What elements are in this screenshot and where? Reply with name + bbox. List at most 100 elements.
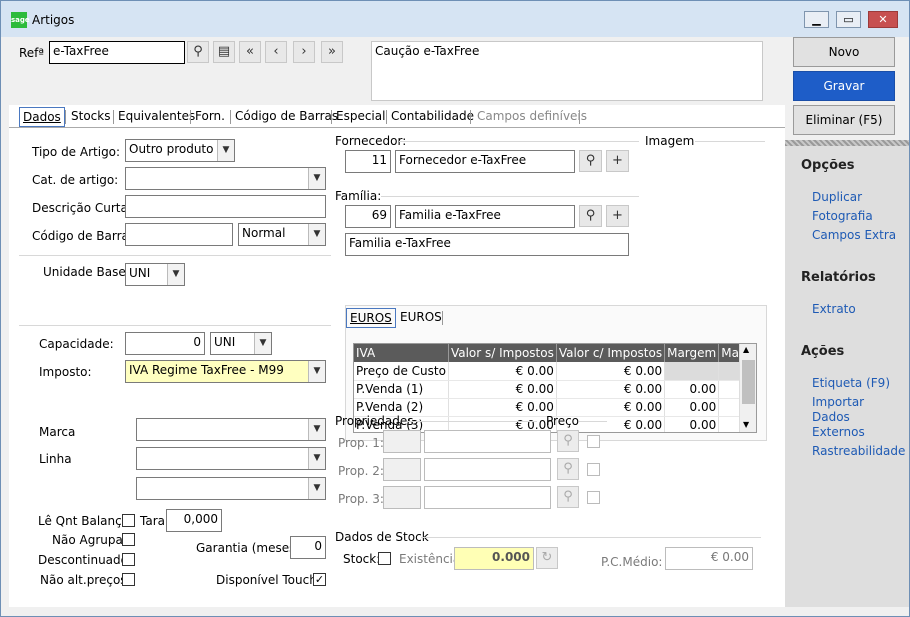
fornecedor-name-input[interactable]: Fornecedor e-TaxFree	[395, 150, 575, 173]
fotografia-link[interactable]: Fotografia	[812, 209, 873, 224]
table-row[interactable]: P.Venda (1) € 0.00 € 0.00 0.00 0.00	[354, 380, 756, 399]
table-cell[interactable]: € 0.00	[556, 362, 666, 381]
table-cell[interactable]: 0.00	[664, 380, 720, 399]
tab-stocks[interactable]: Stocks	[71, 107, 110, 127]
tab-codigo-barras[interactable]: Código de Barras	[235, 107, 338, 127]
unidade-base-select[interactable]: UNI ▼	[125, 263, 185, 286]
table-cell[interactable]: € 0.00	[448, 362, 557, 381]
eliminar-button[interactable]: Eliminar (F5)	[793, 105, 895, 135]
familia-search-button[interactable]: ⚲	[579, 205, 602, 227]
tipo-artigo-select[interactable]: Outro produto o ▼	[125, 139, 235, 162]
search-icon: ⚲	[563, 489, 573, 504]
familia-description-input[interactable]: Familia e-TaxFree	[345, 233, 629, 256]
nao-alt-precos-label: Não alt.preços:	[40, 573, 131, 587]
descricao-curta-input[interactable]	[125, 195, 326, 218]
prop3-value-input	[424, 486, 551, 509]
extrato-link[interactable]: Extrato	[812, 302, 856, 317]
tara-input[interactable]: 0,000	[166, 509, 222, 532]
disponivel-touch-checkbox[interactable]: ✓	[313, 573, 326, 586]
tab-campos-definiveis[interactable]: Campos definíveis	[477, 107, 587, 127]
first-record-button[interactable]: «	[239, 41, 261, 63]
descontinuado-checkbox[interactable]	[122, 553, 135, 566]
capacidade-unit-select[interactable]: UNI ▼	[210, 332, 272, 355]
codigo-barras-type-select[interactable]: Normal ▼	[238, 223, 326, 246]
familia-add-button[interactable]: +	[606, 205, 629, 227]
rastreabilidade-link[interactable]: Rastreabilidade	[812, 444, 905, 459]
title-bar: sage Artigos ▁ ▭ ✕	[1, 1, 909, 37]
last-record-button[interactable]: »	[321, 41, 343, 63]
table-cell[interactable]: 0.00	[664, 416, 720, 432]
table-cell[interactable]: € 0.00	[448, 380, 557, 399]
search-button[interactable]: ⚲	[187, 41, 209, 63]
le-qnt-balanca-checkbox[interactable]	[122, 514, 135, 527]
linha-select[interactable]: ▼	[136, 447, 326, 470]
chevron-down-icon: ▼	[308, 478, 325, 499]
disponivel-touch-label: Disponível Touch:	[216, 573, 321, 587]
tab-euros-2[interactable]: EUROS	[400, 308, 442, 328]
tipo-artigo-label: Tipo de Artigo:	[32, 145, 121, 159]
dados-stock-header: Dados de Stock	[335, 530, 429, 544]
table-row[interactable]: Preço de Custo € 0.00 € 0.00	[354, 362, 756, 381]
stock-checkbox[interactable]	[378, 552, 391, 565]
tab-especial[interactable]: Especial	[336, 107, 385, 127]
prop3-code-input	[383, 486, 421, 509]
actions-sidebar: Opções Duplicar Fotografia Campos Extra …	[785, 146, 909, 607]
marca-label: Marca	[39, 425, 76, 439]
chevron-up-icon: ▲	[743, 345, 750, 354]
table-cell[interactable]: 0.00	[664, 398, 720, 417]
table-cell[interactable]: € 0.00	[448, 398, 557, 417]
familia-code-input[interactable]: 69	[345, 205, 391, 228]
table-cell[interactable]: € 0.00	[556, 380, 666, 399]
prop2-label: Prop. 2:	[338, 464, 384, 478]
minimize-button[interactable]: ▁	[804, 11, 829, 28]
description-textarea[interactable]: Caução e-TaxFree	[371, 41, 763, 101]
tab-equivalentes[interactable]: Equivalentes	[118, 107, 195, 127]
fornecedor-code-input[interactable]: 11	[345, 150, 391, 173]
main-content: Refª : e-TaxFree ⚲ ▤ « ‹ › » Caução e-Ta…	[9, 37, 785, 607]
nao-alt-precos-checkbox[interactable]	[122, 573, 135, 586]
gravar-button[interactable]: Gravar	[793, 71, 895, 101]
etiqueta-link[interactable]: Etiqueta (F9)	[812, 376, 890, 391]
importar-dados-link[interactable]: Importar Dados Externos	[812, 395, 882, 440]
ref-input[interactable]: e-TaxFree	[49, 41, 185, 64]
marca-select[interactable]: ▼	[136, 418, 326, 441]
fornecedor-add-button[interactable]: +	[606, 150, 629, 172]
tab-euros-1[interactable]: EUROS	[346, 308, 396, 328]
familia-name-input[interactable]: Familia e-TaxFree	[395, 205, 575, 228]
duplicar-link[interactable]: Duplicar	[812, 190, 862, 205]
sub-linha-select[interactable]: ▼	[136, 477, 326, 500]
chevron-down-icon: ▼	[308, 448, 325, 469]
codigo-barras-input[interactable]	[125, 223, 233, 246]
cat-artigo-select[interactable]: ▼	[125, 167, 326, 190]
tab-forn[interactable]: Forn.	[195, 107, 225, 127]
document-button[interactable]: ▤	[213, 41, 235, 63]
chevron-left-icon: ‹	[273, 44, 279, 59]
descricao-curta-label: Descrição Curta:	[32, 201, 132, 215]
tab-separator	[113, 110, 114, 124]
price-table-scrollbar[interactable]: ▲ ▼	[739, 344, 756, 432]
refresh-stock-button[interactable]: ↻	[536, 547, 558, 569]
tara-label: Tara	[140, 514, 165, 528]
novo-button[interactable]: Novo	[793, 37, 895, 67]
table-cell: Preço de Custo	[354, 362, 449, 381]
scrollbar-thumb[interactable]	[742, 360, 755, 404]
stock-label: Stock:	[343, 552, 381, 566]
campos-extra-link[interactable]: Campos Extra	[812, 228, 896, 243]
chevron-down-icon: ▼	[308, 361, 325, 382]
garantia-input[interactable]: 0	[290, 536, 326, 559]
close-button[interactable]: ✕	[868, 11, 898, 28]
tab-contabilidade[interactable]: Contabilidade	[391, 107, 474, 127]
imposto-select[interactable]: IVA Regime TaxFree - M99 ▼	[125, 360, 326, 383]
capacidade-input[interactable]: 0	[125, 332, 205, 355]
nao-agrupar-checkbox[interactable]	[122, 533, 135, 546]
imagem-label: Imagem	[645, 134, 695, 148]
chevron-down-icon: ▼	[308, 224, 325, 245]
previous-record-button[interactable]: ‹	[265, 41, 287, 63]
chevron-down-icon: ▼	[217, 140, 234, 161]
next-record-button[interactable]: ›	[293, 41, 315, 63]
search-icon: ⚲	[563, 433, 573, 448]
prop2-value-input	[424, 458, 551, 481]
fornecedor-search-button[interactable]: ⚲	[579, 150, 602, 172]
tab-dados[interactable]: Dados	[19, 107, 65, 127]
maximize-button[interactable]: ▭	[836, 11, 861, 28]
